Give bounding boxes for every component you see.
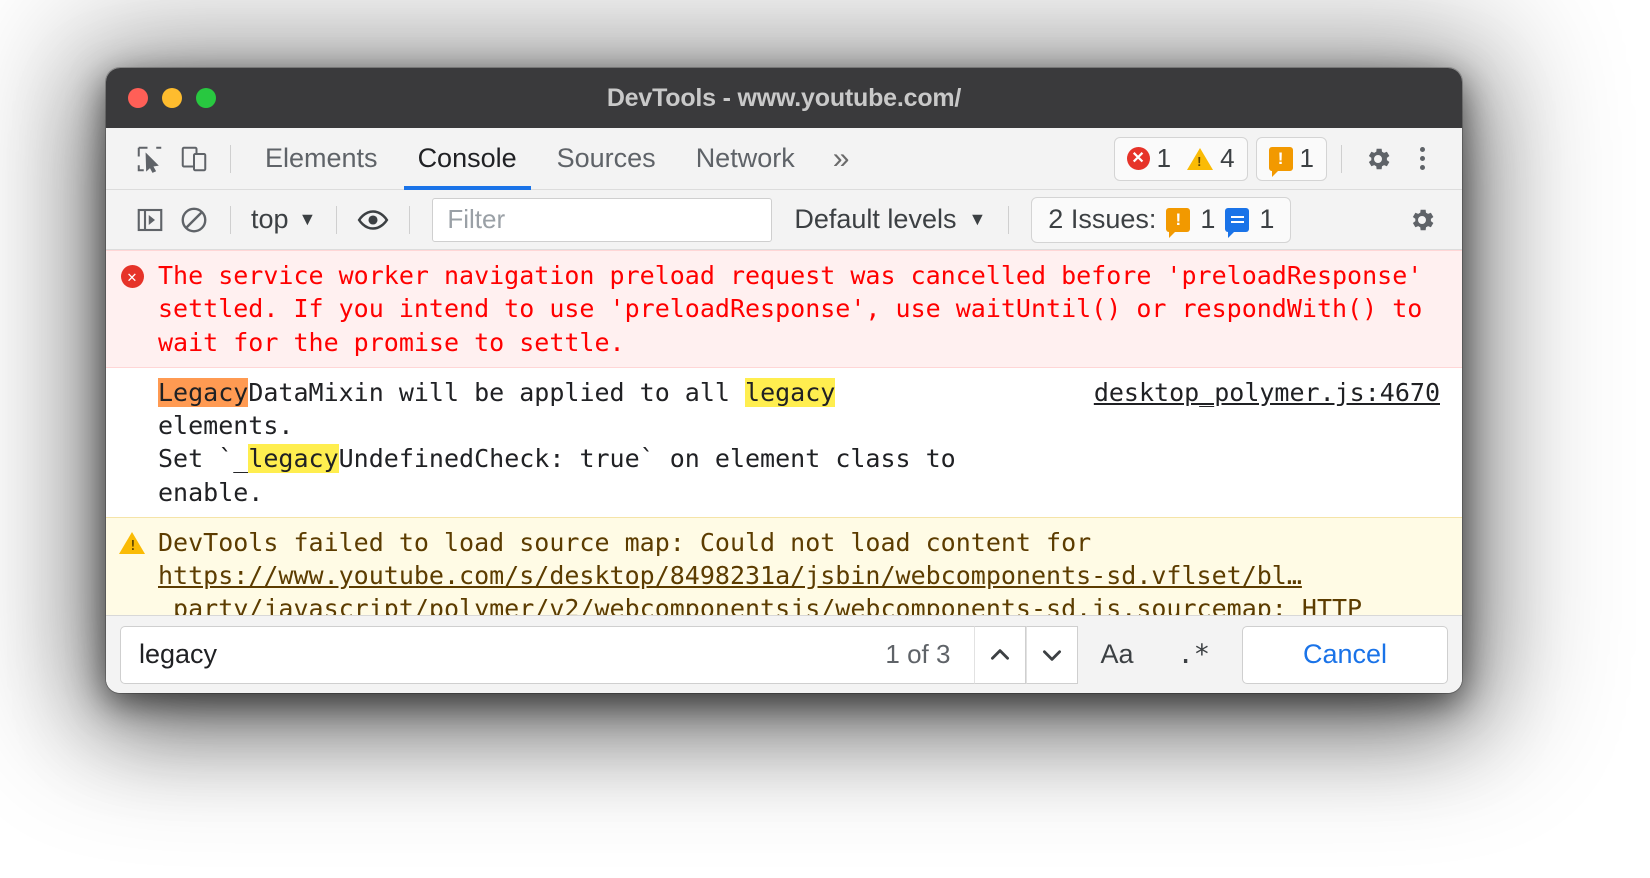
issues-label: 2 Issues: (1048, 204, 1157, 234)
search-match: legacy (745, 377, 836, 407)
live-expression-icon[interactable] (351, 198, 395, 242)
chevron-double-right-icon[interactable]: » (815, 143, 868, 174)
kebab-menu-icon[interactable] (1400, 137, 1444, 181)
warning-triangle-icon-msg (119, 531, 145, 555)
gear-icon[interactable] (1356, 137, 1400, 181)
warning-text-prefix: DevTools failed to load source map: Coul… (158, 527, 1107, 557)
console-settings-gear-icon[interactable] (1400, 198, 1444, 242)
error-badge[interactable]: ✕ 1 (1126, 143, 1172, 174)
warning-count: 4 (1220, 143, 1235, 173)
issues-pill[interactable]: 2 Issues: ! 1 1 (1031, 196, 1292, 243)
search-match-active: Legacy (158, 377, 249, 407)
error-circle-icon-msg: ✕ (120, 265, 144, 288)
window-title: DevTools - www.youtube.com/ (606, 83, 962, 112)
error-warning-badges[interactable]: ✕ 1 4 (1113, 136, 1248, 181)
close-button[interactable] (128, 88, 148, 108)
tab-sources[interactable]: Sources (537, 128, 676, 189)
issues-warning-count: 1 (1200, 204, 1216, 234)
issues-info-count: 1 (1259, 204, 1275, 234)
execution-context-select[interactable]: top ▼ (245, 204, 322, 235)
console-divider-4 (1008, 205, 1010, 234)
issues-badge-group[interactable]: ! 1 (1255, 136, 1327, 181)
console-divider-2 (336, 205, 338, 234)
inspect-cursor-icon[interactable] (128, 137, 172, 181)
clear-console-icon[interactable] (172, 198, 216, 242)
cancel-button[interactable]: Cancel (1242, 625, 1448, 684)
search-next-button[interactable] (1026, 625, 1079, 684)
error-message-text: The service worker navigation preload re… (158, 261, 1438, 357)
console-search-bar: legacy 1 of 3 Aa .* Cancel (106, 615, 1462, 693)
tab-elements[interactable]: Elements (245, 128, 398, 189)
tab-console[interactable]: Console (398, 128, 537, 190)
screenshot-root: DevTools - www.youtube.com/ Elements Con… (0, 0, 1650, 878)
message-level-icon-error: ✕ (106, 259, 158, 359)
issues-count: 1 (1299, 143, 1314, 173)
message-level-icon-log (106, 376, 158, 509)
warning-badge[interactable]: 4 (1187, 143, 1235, 174)
filter-input[interactable]: Filter (432, 197, 773, 242)
console-divider-3 (409, 205, 411, 234)
console-message-log[interactable]: LegacyDataMixin will be applied to all l… (106, 367, 1462, 517)
console-sidebar-icon[interactable] (128, 198, 172, 242)
search-query-value: legacy (139, 639, 218, 669)
console-divider-1 (230, 205, 231, 234)
window-titlebar: DevTools - www.youtube.com/ (106, 68, 1462, 128)
error-count: 1 (1156, 143, 1172, 173)
console-message-error[interactable]: ✕ The service worker navigation preload … (106, 250, 1462, 368)
console-toolbar: top ▼ Filter Default levels ▼ 2 Issues: … (106, 190, 1462, 250)
chevron-down-icon-levels: ▼ (968, 209, 987, 229)
issue-bubble-icon: ! (1268, 146, 1293, 177)
search-match-2: legacy (248, 444, 339, 474)
toolbar-divider (230, 144, 231, 173)
traffic-lights (128, 88, 216, 108)
match-case-button[interactable]: Aa (1078, 626, 1155, 684)
chevron-down-icon: ▼ (298, 209, 317, 229)
devtools-window: DevTools - www.youtube.com/ Elements Con… (106, 68, 1462, 693)
search-match-count: 1 of 3 (885, 639, 951, 669)
source-link[interactable]: desktop_polymer.js:4670 (1094, 376, 1440, 409)
error-circle-icon: ✕ (1126, 147, 1150, 170)
devtools-tabbar: Elements Console Sources Network » ✕ 1 4 (106, 128, 1462, 190)
log-levels-select[interactable]: Default levels ▼ (794, 204, 986, 235)
tab-network[interactable]: Network (676, 128, 815, 189)
panel-tabs: Elements Console Sources Network » (245, 128, 868, 190)
device-toolbar-icon[interactable] (172, 137, 216, 181)
search-input[interactable]: legacy 1 of 3 (120, 625, 975, 684)
toolbar-divider-2 (1341, 144, 1342, 173)
sourcemap-url-link[interactable]: https://www.youtube.com/s/desktop/849823… (158, 561, 1302, 623)
log-levels-label: Default levels (794, 204, 957, 234)
issues-badge[interactable]: ! 1 (1268, 143, 1314, 177)
info-bubble-icon (1225, 207, 1250, 238)
zoom-button[interactable] (196, 88, 216, 108)
issue-bubble-icon-2: ! (1166, 207, 1191, 238)
execution-context-value: top (251, 204, 289, 234)
search-prev-button[interactable] (974, 625, 1027, 684)
minimize-button[interactable] (162, 88, 182, 108)
console-message-list: ✕ The service worker navigation preload … (106, 250, 1462, 668)
warning-triangle-icon (1187, 147, 1214, 170)
regex-button[interactable]: .* (1155, 626, 1232, 684)
